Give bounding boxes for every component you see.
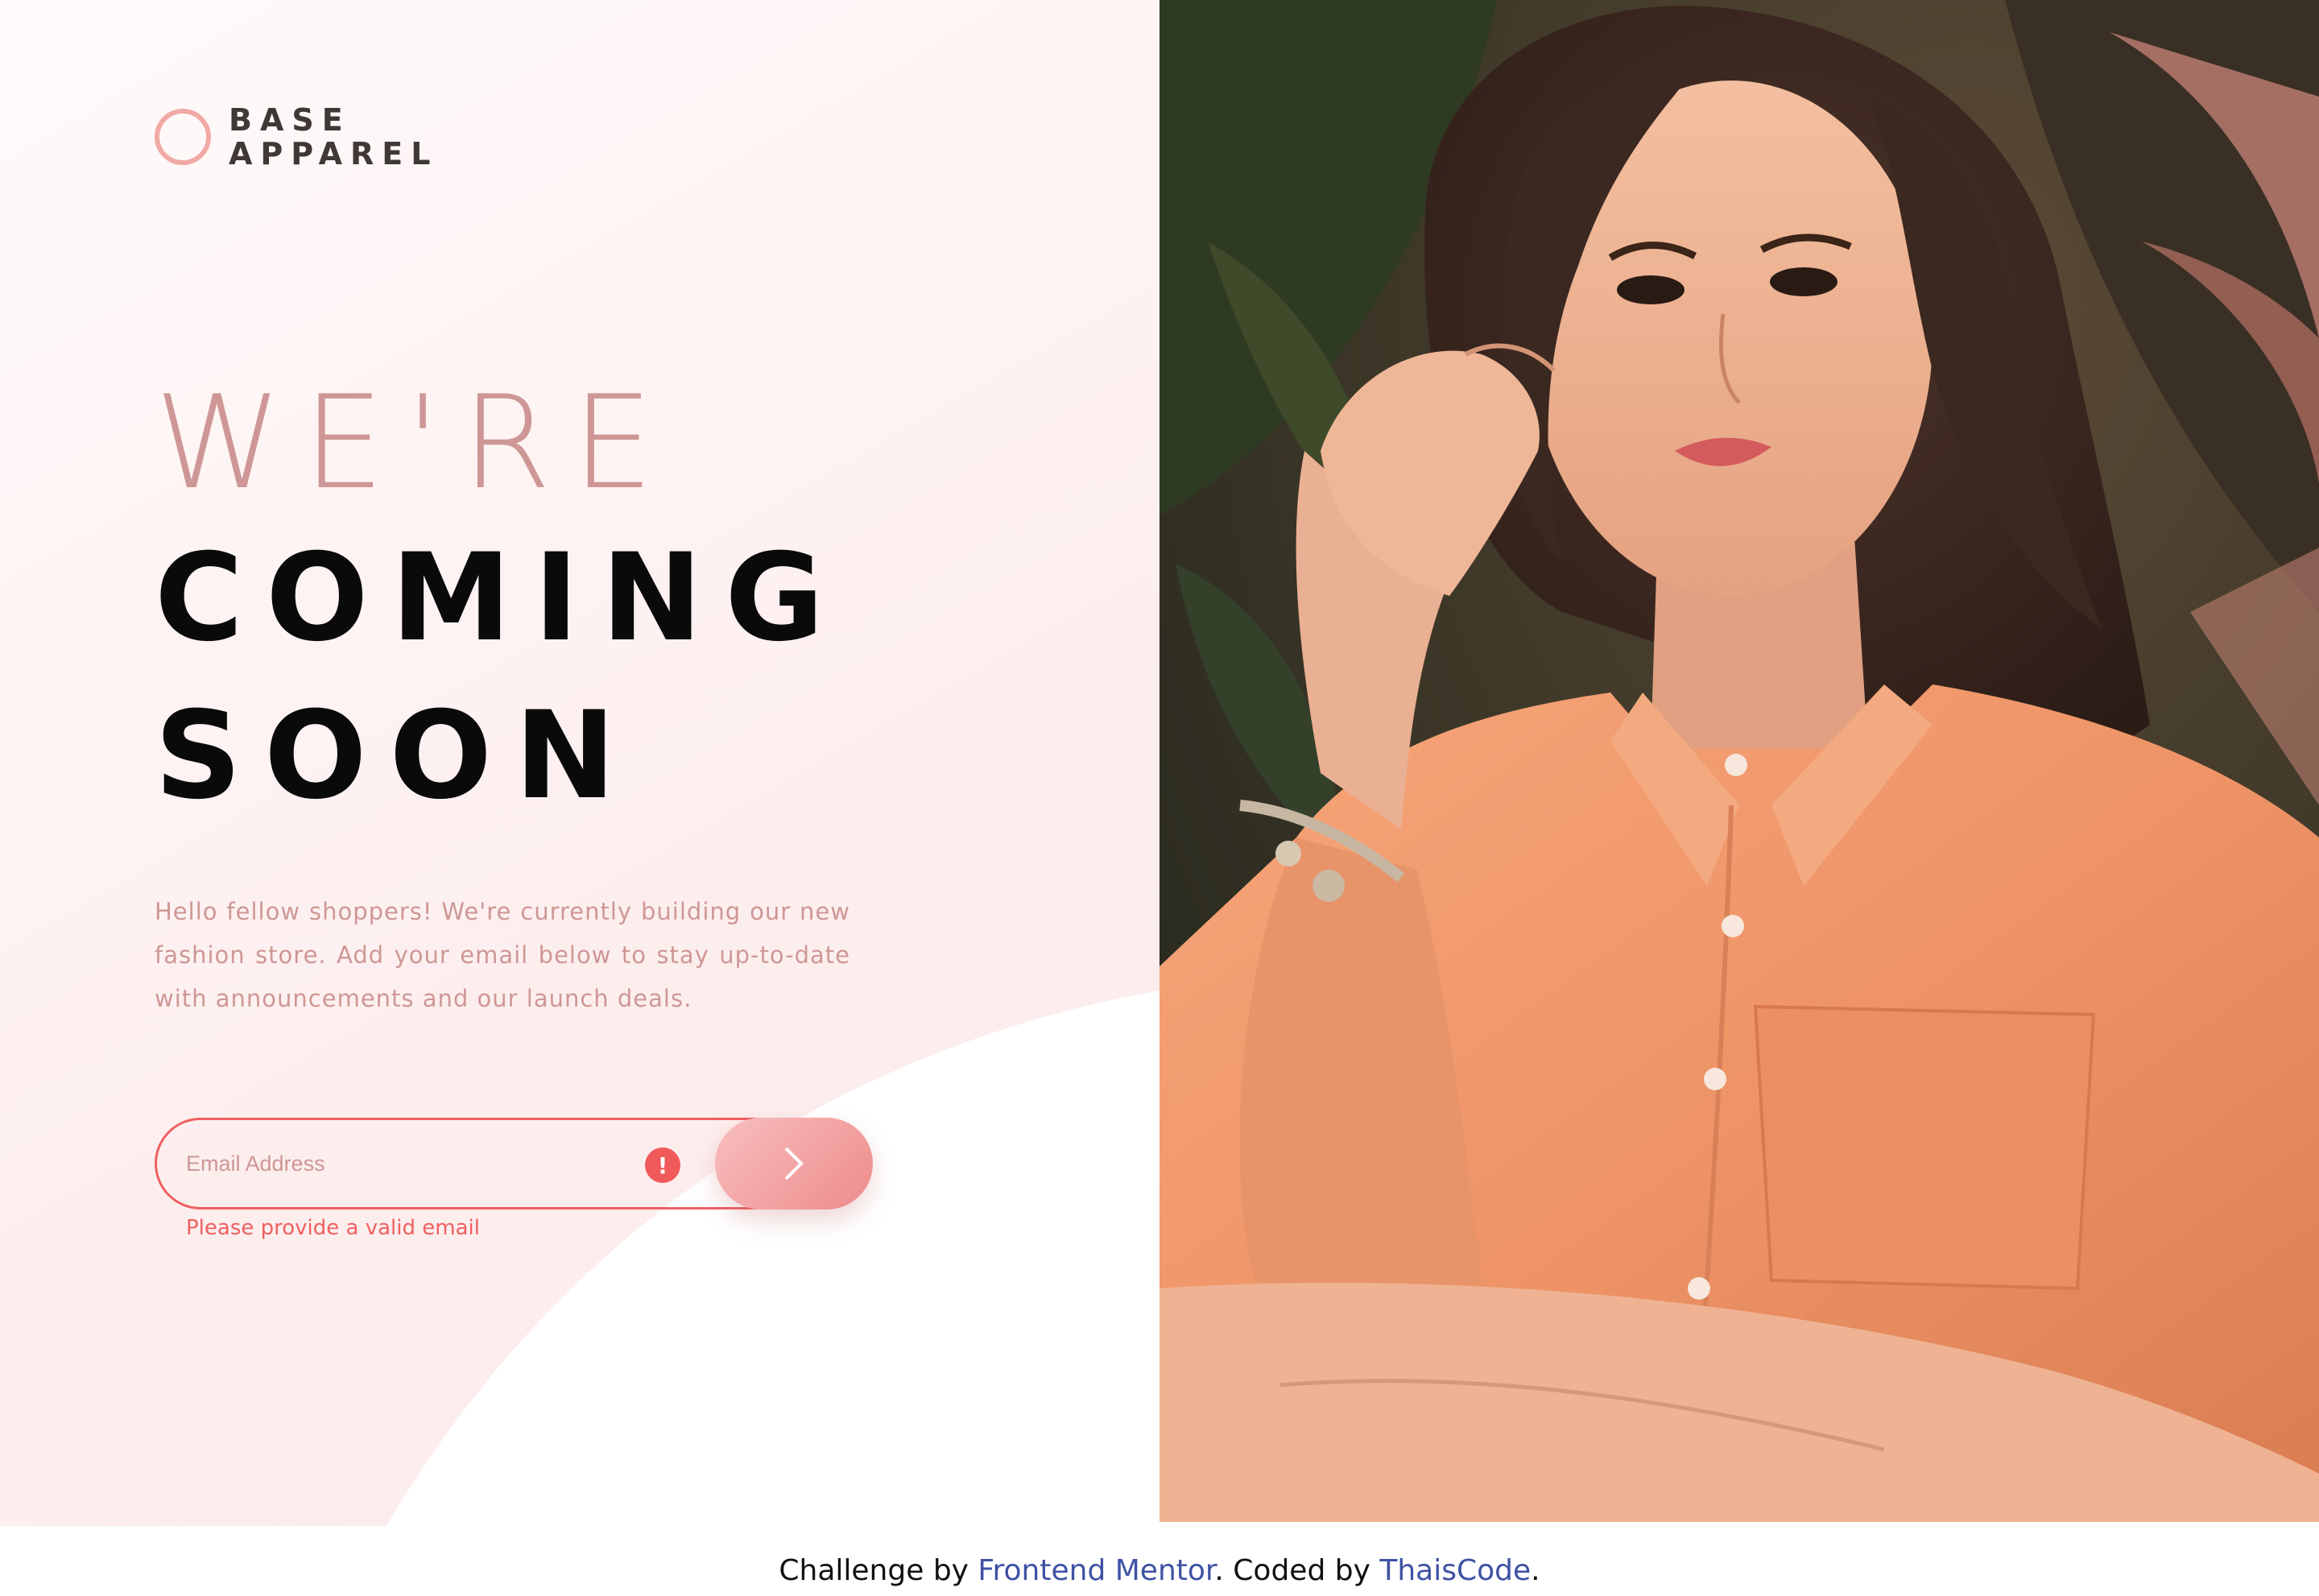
footer-prefix: Challenge by (779, 1554, 978, 1587)
page-headline: WE'RE COMING SOON (155, 366, 846, 835)
footer-middle: . Coded by (1214, 1554, 1380, 1587)
intro-text: Hello fellow shoppers! We're currently b… (155, 898, 850, 1012)
brand-logo[interactable]: BASE APPAREL (155, 103, 438, 171)
brand-line-2: APPAREL (229, 136, 439, 172)
error-message: Please provide a valid email (186, 1216, 480, 1240)
logo-ring-icon (155, 109, 211, 165)
headline-light: WE'RE (155, 367, 675, 518)
brand-name: BASE APPAREL (229, 103, 438, 171)
submit-button[interactable] (715, 1118, 873, 1209)
error-icon: ! (645, 1147, 680, 1183)
page: BASE APPAREL WE'RE COMING SOON Hello fel… (0, 0, 2319, 1596)
headline-bold-1: COMING (155, 528, 847, 668)
hero-photo (1160, 0, 2319, 1522)
content-panel: BASE APPAREL WE'RE COMING SOON Hello fel… (0, 0, 1160, 1526)
hero-image (1160, 0, 2319, 1522)
brand-line-1: BASE (229, 102, 351, 138)
signup-form: ! (155, 1118, 873, 1209)
footer-suffix: . (1531, 1554, 1540, 1587)
chevron-right-icon (784, 1147, 804, 1180)
author-link[interactable]: ThaisCode (1379, 1554, 1531, 1587)
email-input[interactable] (186, 1120, 637, 1207)
frontend-mentor-link[interactable]: Frontend Mentor (978, 1554, 1214, 1587)
email-field: ! (155, 1118, 799, 1209)
headline-bold-2: SOON (155, 686, 639, 826)
attribution-footer: Challenge by Frontend Mentor. Coded by T… (0, 1554, 2319, 1587)
